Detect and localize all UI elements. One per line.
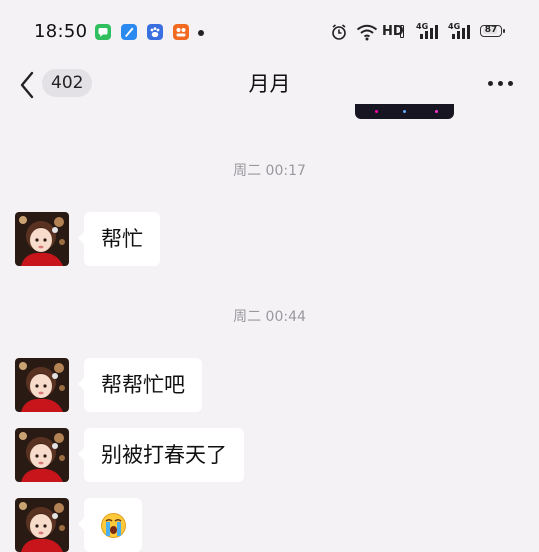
sim1-signal-icon — [420, 25, 438, 39]
message-bubble[interactable]: 帮忙 — [78, 212, 160, 266]
status-bar: 18:50 HD 4G 4G 87 — [0, 0, 539, 64]
more-dots-icon[interactable] — [486, 78, 516, 88]
avatar[interactable] — [15, 212, 69, 266]
battery-cap — [503, 29, 505, 33]
more-notifications-dot — [198, 30, 204, 36]
orange-app-icon — [173, 24, 189, 40]
image-message-partial[interactable] — [355, 104, 454, 119]
baidu-app-icon — [147, 24, 163, 40]
unread-count-badge[interactable]: 402 — [42, 69, 93, 97]
avatar[interactable] — [15, 428, 69, 482]
alarm-icon — [332, 24, 346, 40]
battery-icon: 87 — [480, 25, 505, 37]
avatar[interactable] — [15, 498, 69, 552]
message-timestamp: 周二 00:44 — [233, 309, 306, 325]
sim2-signal-icon — [452, 25, 470, 39]
messages-app-icon — [95, 24, 111, 40]
crying-face-emoji — [101, 513, 126, 538]
battery-level-text: 87 — [484, 25, 498, 35]
chat-header: 月月 402 — [0, 64, 539, 116]
message-timestamp: 周二 00:17 — [233, 163, 306, 179]
message-bubble[interactable] — [78, 498, 142, 552]
message-bubble[interactable]: 帮帮忙吧 — [78, 358, 202, 412]
avatar[interactable] — [15, 358, 69, 412]
blue-app-icon — [121, 24, 137, 40]
hd-bar-icon — [400, 25, 404, 38]
wifi-icon — [356, 24, 378, 41]
message-bubble[interactable]: 别被打春天了 — [78, 428, 244, 482]
status-time: 18:50 — [34, 21, 88, 42]
